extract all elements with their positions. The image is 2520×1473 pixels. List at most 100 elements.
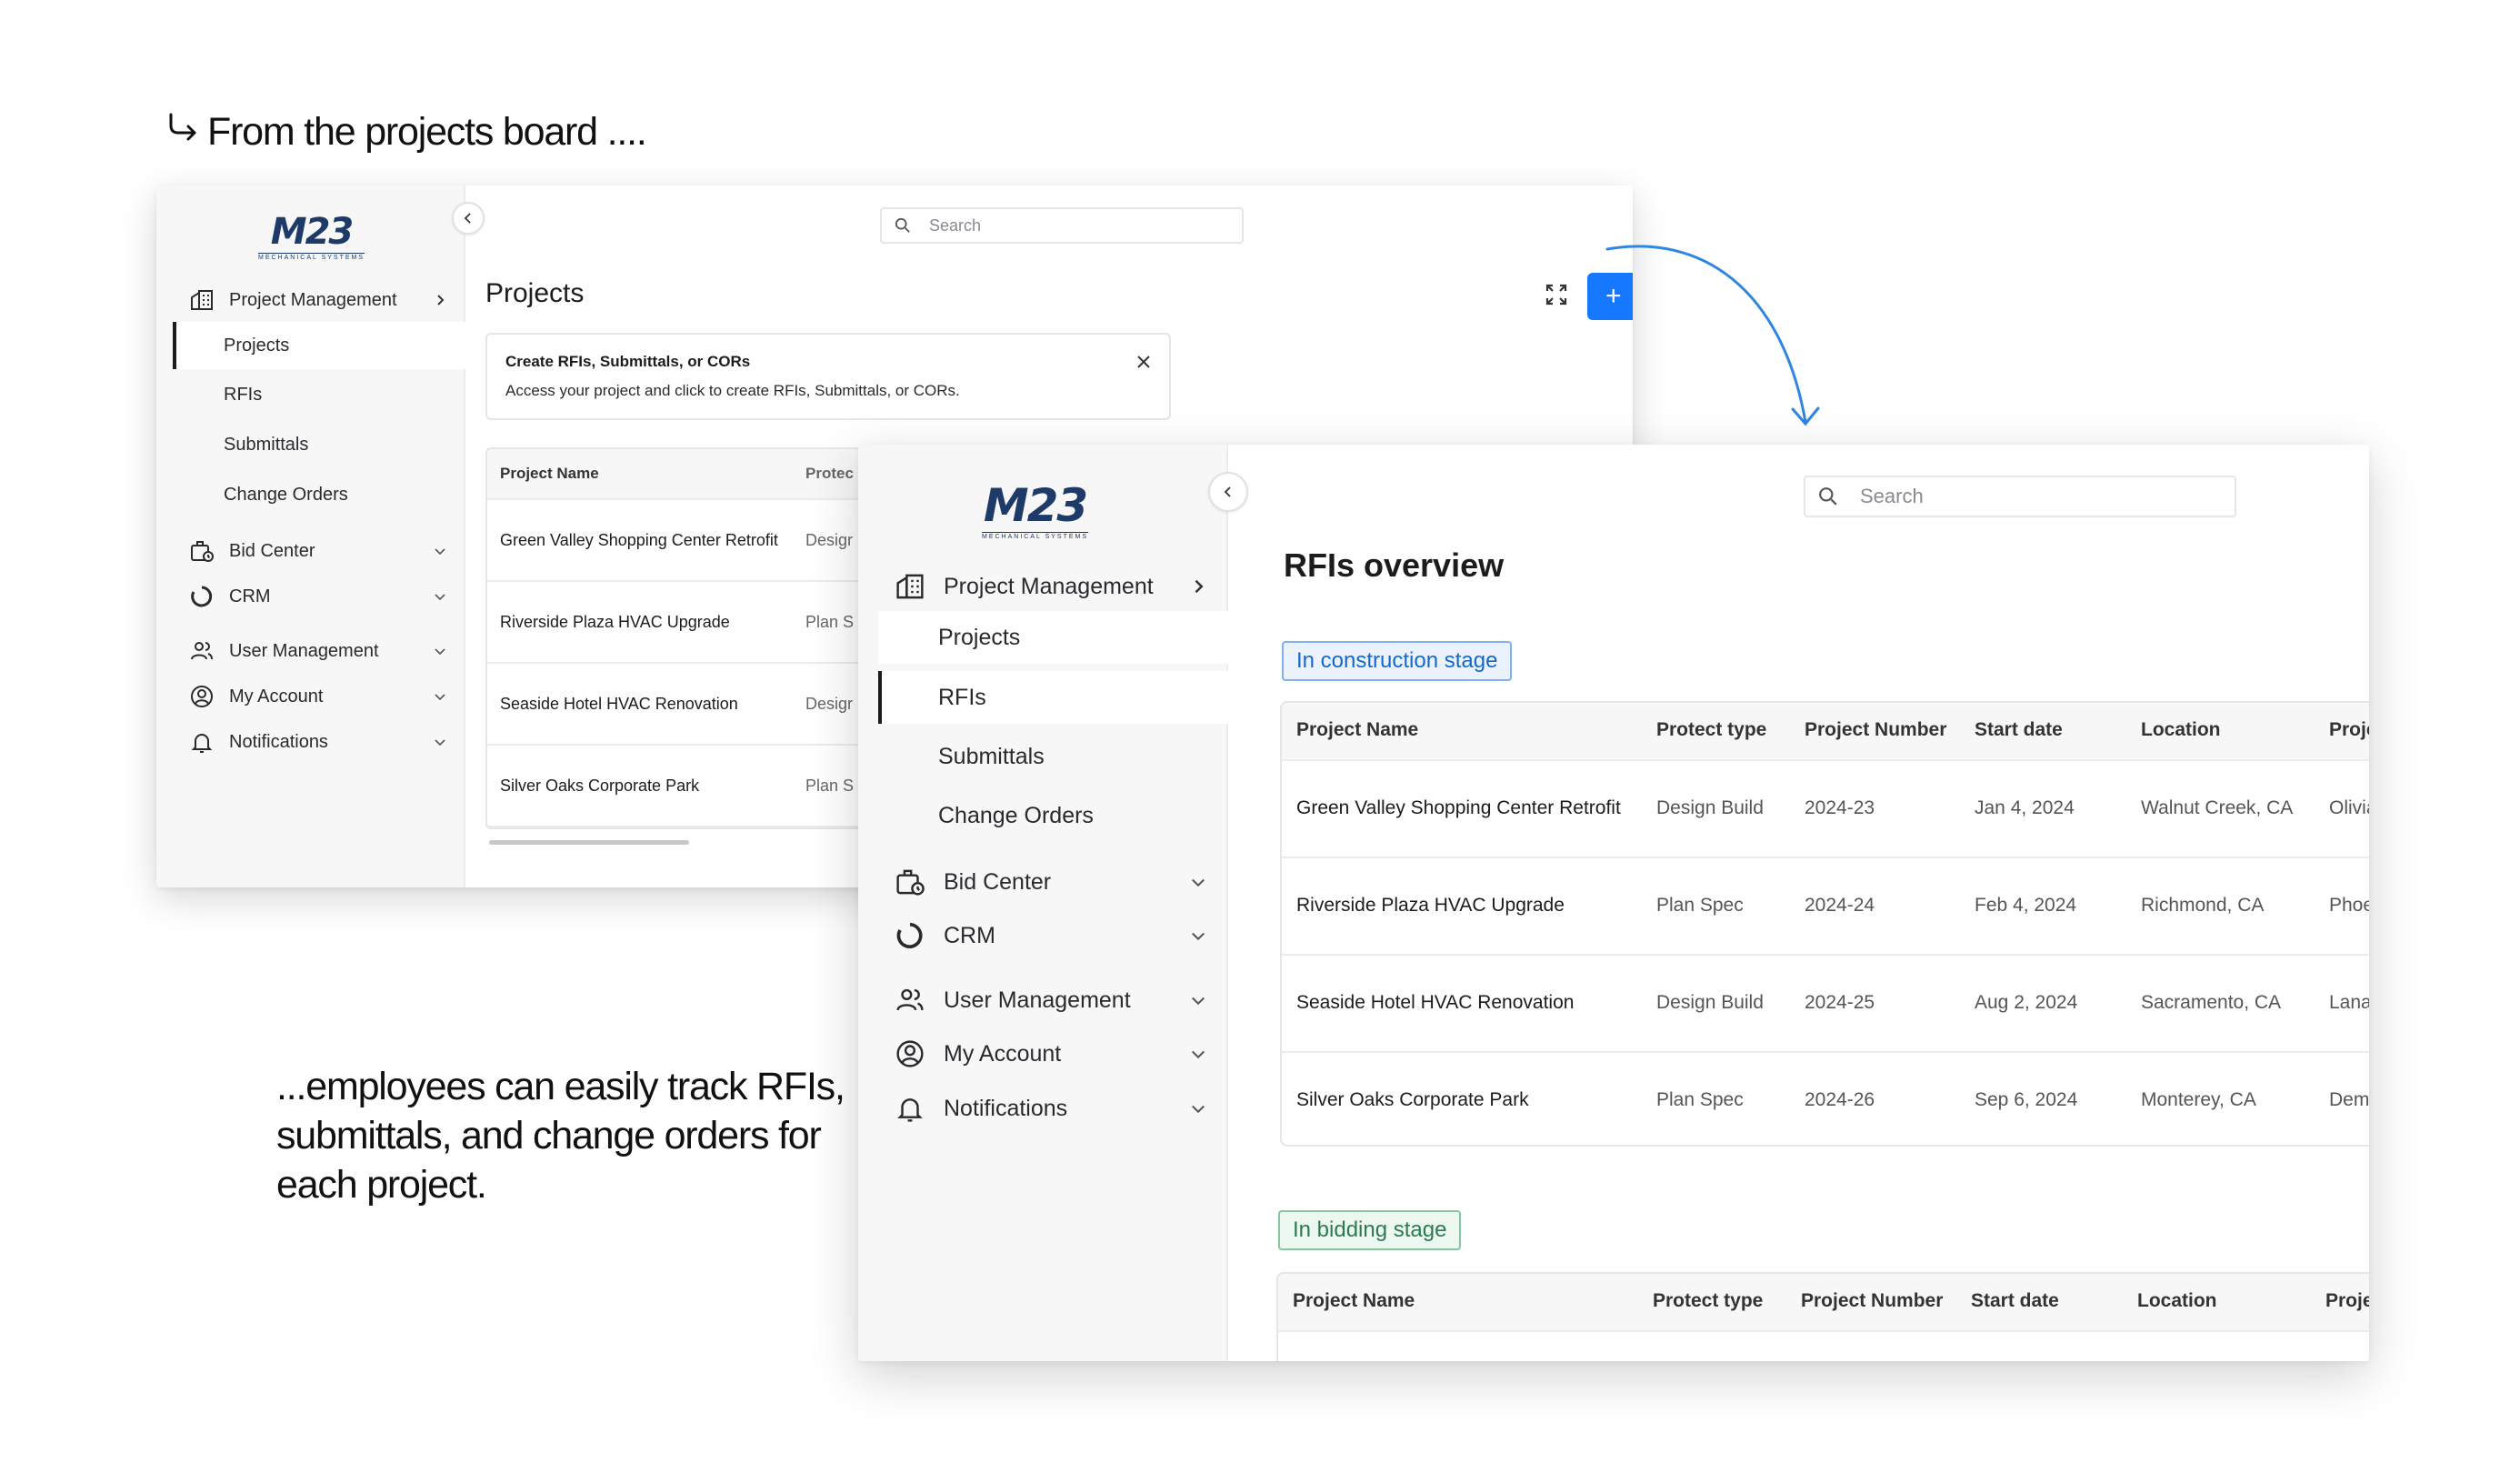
chevron-down-icon — [433, 689, 447, 704]
rfis-window: M23 MECHANICAL SYSTEMS Project Managemen… — [858, 445, 2369, 1361]
nav-label: CRM — [944, 922, 995, 948]
collapse-sidebar-button[interactable] — [1208, 472, 1248, 512]
cell-type: Plan Spec — [1656, 895, 1744, 916]
cell-manager: Olivia — [2329, 797, 2369, 818]
cell-project-name: Silver Oaks Corporate Park — [500, 776, 700, 795]
nav-label: User Management — [229, 640, 379, 661]
construction-stage-badge: In construction stage — [1282, 641, 1513, 681]
briefcase-clock-icon — [189, 538, 215, 564]
column-header: Project Number — [1801, 1290, 1944, 1311]
caption-bottom: ...employees can easily track RFIs, subm… — [276, 1065, 845, 1207]
construction-projects-table: Project Name Protect type Project Number… — [1280, 701, 2369, 1147]
table-row[interactable]: Green Valley Shopping Center Retrofit De… — [1282, 761, 2369, 858]
user-circle-icon — [895, 1038, 925, 1069]
cell-type: Plan S — [805, 776, 855, 795]
cell-manager: Phoe — [2329, 895, 2369, 916]
nav-project-management[interactable]: Project Management — [189, 284, 447, 316]
chevron-down-icon — [1189, 1045, 1207, 1063]
nav-crm[interactable]: CRM — [895, 916, 1207, 956]
notice-description: Access your project and click to create … — [505, 382, 960, 399]
cell-project-name: Seaside Hotel HVAC Renovation — [500, 694, 738, 713]
close-icon[interactable] — [1135, 353, 1153, 371]
nav-user-management[interactable]: User Management — [895, 980, 1207, 1020]
column-header: Protec — [805, 465, 854, 482]
sidebar-item-submittals[interactable]: Submittals — [173, 421, 465, 468]
cell-type: Design Build — [1656, 992, 1764, 1013]
sidebar-item-projects[interactable]: Projects — [878, 611, 1228, 664]
page-title: RFIs overview — [1284, 546, 1505, 584]
nav-my-account[interactable]: My Account — [895, 1034, 1207, 1074]
cell-start-date: Jan 4, 2024 — [1975, 797, 2075, 818]
cell-type: Desigr — [805, 694, 854, 713]
column-header: Proje — [2329, 719, 2369, 740]
sidebar-item-change-orders[interactable]: Change Orders — [878, 789, 1228, 842]
chevron-right-icon — [1189, 577, 1207, 596]
cell-project-name: Seaside Hotel HVAC Renovation — [1296, 992, 1575, 1013]
nav-label: Notifications — [229, 731, 328, 752]
nav-my-account[interactable]: My Account — [189, 680, 447, 713]
table-row[interactable]: Seaside Hotel HVAC Renovation Design Bui… — [1282, 956, 2369, 1053]
cell-project-name: Green Valley Shopping Center Retrofit — [500, 530, 778, 549]
column-header: Project Number — [1805, 719, 1947, 740]
fullscreen-icon[interactable] — [1544, 282, 1569, 307]
chevron-down-icon — [433, 644, 447, 658]
cell-number: 2024-26 — [1805, 1089, 1875, 1110]
cell-manager: Lana — [2329, 992, 2369, 1013]
sidebar-item-rfis[interactable]: RFIs — [878, 671, 1228, 724]
cell-type: Desigr — [805, 530, 854, 549]
nav-user-management[interactable]: User Management — [189, 635, 447, 667]
nav-label: CRM — [229, 586, 271, 606]
crm-ring-icon — [895, 920, 925, 951]
search-icon — [895, 217, 911, 234]
chevron-down-icon — [433, 589, 447, 604]
search-icon — [1818, 486, 1838, 506]
logo: M23 MECHANICAL SYSTEMS — [258, 211, 365, 261]
logo-mark: M23 — [270, 211, 354, 253]
sidebar-item-projects[interactable]: Projects — [173, 322, 465, 369]
info-notice: Create RFIs, Submittals, or CORs Access … — [485, 333, 1171, 420]
horizontal-scrollbar[interactable] — [489, 840, 689, 845]
sidebar: M23 MECHANICAL SYSTEMS Project Managemen… — [858, 445, 1228, 1361]
nav-bid-center[interactable]: Bid Center — [189, 535, 447, 567]
search-input[interactable]: Search — [1804, 476, 2236, 517]
nav-crm[interactable]: CRM — [189, 580, 447, 613]
table-row[interactable]: Silver Oaks Corporate Park Plan Spec 202… — [1282, 1053, 2369, 1145]
page-title: Projects — [485, 278, 585, 308]
cell-number: 2024-23 — [1805, 797, 1875, 818]
chevron-right-icon — [433, 293, 447, 307]
cell-start-date: Feb 4, 2024 — [1975, 895, 2077, 916]
nav-project-management[interactable]: Project Management — [895, 566, 1207, 606]
column-header: Protect type — [1656, 719, 1767, 740]
caption-top: From the projects board .... — [164, 109, 647, 155]
chevron-down-icon — [1189, 873, 1207, 891]
sidebar-item-change-orders[interactable]: Change Orders — [173, 471, 465, 518]
sidebar-item-rfis[interactable]: RFIs — [173, 371, 465, 418]
nav-notifications[interactable]: Notifications — [895, 1088, 1207, 1128]
column-header: Start date — [1975, 719, 2063, 740]
cell-manager: Demi — [2329, 1089, 2369, 1110]
caption-top-text: From the projects board .... — [207, 110, 647, 154]
search-input[interactable]: Search — [880, 207, 1244, 244]
table-header: Project Name Protect type Project Number… — [1278, 1274, 2369, 1332]
sidebar-item-submittals[interactable]: Submittals — [878, 730, 1228, 783]
nav-label: Notifications — [944, 1095, 1068, 1121]
nav-bid-center[interactable]: Bid Center — [895, 862, 1207, 902]
search-placeholder: Search — [929, 215, 982, 235]
building-icon — [189, 287, 215, 313]
nav-notifications[interactable]: Notifications — [189, 726, 447, 758]
cell-location: Sacramento, CA — [2141, 992, 2282, 1013]
column-header: Proje — [2325, 1290, 2369, 1311]
nav-label: Project Management — [229, 289, 397, 310]
nav-label: Project Management — [944, 573, 1154, 599]
users-icon — [895, 985, 925, 1016]
building-icon — [895, 571, 925, 602]
table-row[interactable]: Riverside Plaza HVAC Upgrade Plan Spec 2… — [1282, 858, 2369, 956]
cell-start-date: Aug 2, 2024 — [1975, 992, 2078, 1013]
collapse-sidebar-button[interactable] — [452, 202, 485, 235]
column-header: Project Name — [1296, 719, 1419, 740]
logo: M23 MECHANICAL SYSTEMS — [982, 479, 1088, 540]
cell-type: Plan Spec — [1656, 1089, 1744, 1110]
nav-label: User Management — [944, 987, 1131, 1013]
bell-icon — [895, 1093, 925, 1124]
column-header: Protect type — [1653, 1290, 1764, 1311]
